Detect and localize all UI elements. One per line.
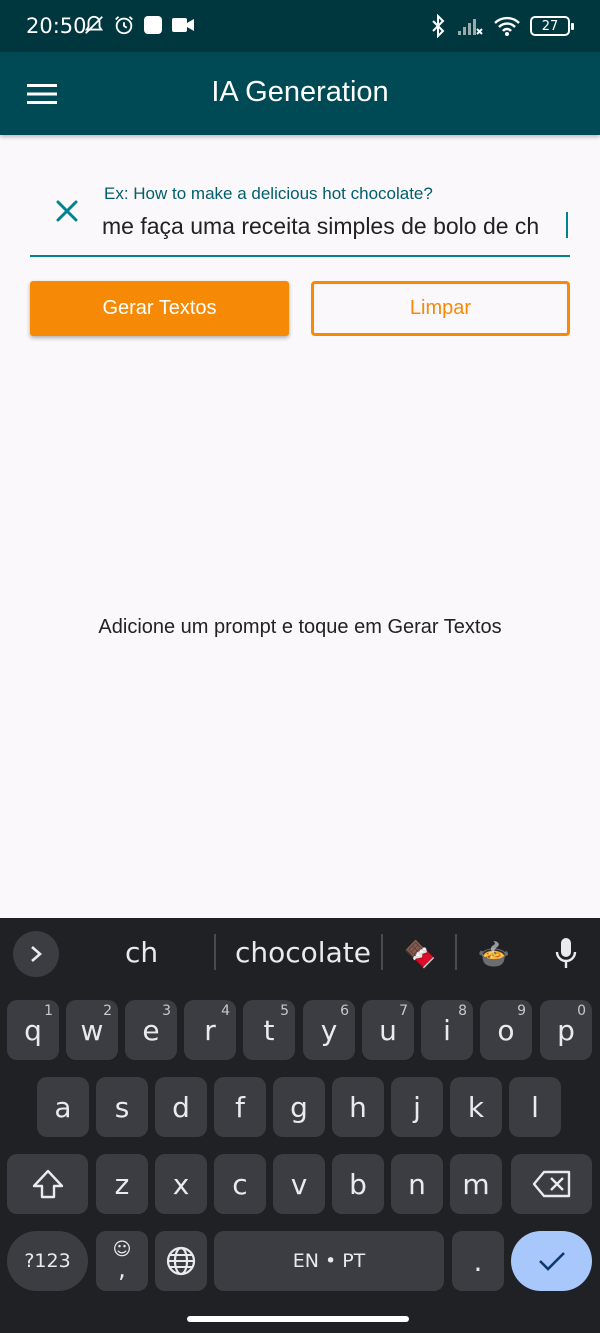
key-i[interactable]: i8 bbox=[421, 1000, 473, 1060]
key-label: e bbox=[142, 1013, 160, 1047]
status-bar: 20:50 27 bbox=[0, 0, 600, 52]
bluetooth-icon bbox=[432, 14, 445, 38]
key-hint: 8 bbox=[458, 1003, 467, 1019]
suggestion-chocolate[interactable]: chocolate bbox=[235, 936, 371, 969]
emoji-suggestion-chocolate[interactable]: 🍫 bbox=[400, 936, 440, 972]
period-key[interactable]: . bbox=[452, 1231, 504, 1291]
key-k[interactable]: k bbox=[450, 1077, 502, 1137]
chevron-right-icon bbox=[31, 946, 42, 962]
empty-state-message: Adicione um prompt e toque em Gerar Text… bbox=[98, 616, 502, 638]
key-x[interactable]: x bbox=[155, 1154, 207, 1214]
key-w[interactable]: w2 bbox=[66, 1000, 118, 1060]
status-right-icons: 27 bbox=[430, 14, 574, 38]
clear-button[interactable]: Limpar bbox=[311, 281, 570, 336]
square-app-icon bbox=[144, 16, 162, 34]
status-time: 20:50 bbox=[26, 14, 87, 38]
close-icon[interactable] bbox=[52, 196, 82, 226]
key-hint: 2 bbox=[103, 1003, 112, 1019]
key-hint: 1 bbox=[44, 1003, 53, 1019]
key-label: u bbox=[379, 1013, 397, 1047]
key-label: p bbox=[557, 1013, 575, 1047]
status-left-icons bbox=[83, 14, 195, 36]
key-d[interactable]: d bbox=[155, 1077, 207, 1137]
key-label: y bbox=[320, 1013, 338, 1047]
key-hint: 4 bbox=[221, 1003, 230, 1019]
emoji-comma-key[interactable]: ☺ , bbox=[96, 1231, 148, 1291]
key-j[interactable]: j bbox=[391, 1077, 443, 1137]
key-g[interactable]: g bbox=[273, 1077, 325, 1137]
key-p[interactable]: p0 bbox=[540, 1000, 592, 1060]
checkmark-icon bbox=[538, 1252, 565, 1271]
suggestion-divider bbox=[214, 934, 216, 970]
key-z[interactable]: z bbox=[96, 1154, 148, 1214]
app-title: IA Generation bbox=[211, 76, 389, 108]
backspace-icon bbox=[532, 1170, 570, 1198]
key-l[interactable]: l bbox=[509, 1077, 561, 1137]
key-e[interactable]: e3 bbox=[125, 1000, 177, 1060]
key-t[interactable]: t5 bbox=[243, 1000, 295, 1060]
key-hint: 9 bbox=[517, 1003, 526, 1019]
key-n[interactable]: n bbox=[391, 1154, 443, 1214]
key-hint: 6 bbox=[340, 1003, 349, 1019]
shift-arrow-icon bbox=[32, 1169, 63, 1199]
symbols-key[interactable]: ?123 bbox=[7, 1231, 88, 1291]
key-s[interactable]: s bbox=[96, 1077, 148, 1137]
suggestion-ch[interactable]: ch bbox=[125, 936, 158, 969]
enter-key[interactable] bbox=[511, 1231, 592, 1291]
comma-label: , bbox=[118, 1255, 126, 1283]
key-hint: 7 bbox=[399, 1003, 408, 1019]
generate-texts-button[interactable]: Gerar Textos bbox=[30, 281, 289, 336]
language-key[interactable] bbox=[155, 1231, 207, 1291]
key-hint: 0 bbox=[577, 1003, 586, 1019]
key-m[interactable]: m bbox=[450, 1154, 502, 1214]
notifications-off-icon bbox=[84, 15, 104, 34]
key-h[interactable]: h bbox=[332, 1077, 384, 1137]
navigation-handle[interactable] bbox=[187, 1316, 409, 1322]
alarm-icon bbox=[115, 16, 133, 35]
key-u[interactable]: u7 bbox=[362, 1000, 414, 1060]
shift-key[interactable] bbox=[7, 1154, 88, 1214]
key-b[interactable]: b bbox=[332, 1154, 384, 1214]
video-camera-icon bbox=[172, 18, 194, 32]
key-a[interactable]: a bbox=[37, 1077, 89, 1137]
key-label: w bbox=[80, 1013, 104, 1047]
key-q[interactable]: q1 bbox=[7, 1000, 59, 1060]
key-v[interactable]: v bbox=[273, 1154, 325, 1214]
key-label: q bbox=[24, 1013, 42, 1047]
globe-icon bbox=[166, 1246, 196, 1276]
microphone-icon bbox=[555, 938, 577, 968]
app-bar: IA Generation bbox=[0, 52, 600, 135]
key-c[interactable]: c bbox=[214, 1154, 266, 1214]
suggestion-divider bbox=[381, 934, 383, 970]
key-o[interactable]: o9 bbox=[480, 1000, 532, 1060]
key-hint: 3 bbox=[162, 1003, 171, 1019]
key-label: o bbox=[497, 1013, 515, 1047]
prompt-label: Ex: How to make a delicious hot chocolat… bbox=[104, 184, 433, 203]
text-caret bbox=[566, 212, 568, 238]
signal-icon bbox=[458, 19, 483, 35]
suggestion-bar: ch chocolate 🍫 🍲 bbox=[0, 918, 600, 990]
prompt-input[interactable] bbox=[102, 210, 570, 242]
backspace-key[interactable] bbox=[511, 1154, 592, 1214]
key-r[interactable]: r4 bbox=[184, 1000, 236, 1060]
emoji-suggestion-pot[interactable]: 🍲 bbox=[474, 936, 514, 972]
key-label: r bbox=[204, 1013, 216, 1047]
key-f[interactable]: f bbox=[214, 1077, 266, 1137]
key-label: i bbox=[443, 1013, 451, 1047]
battery-icon: 27 bbox=[530, 16, 574, 36]
prompt-field[interactable]: Ex: How to make a delicious hot chocolat… bbox=[30, 170, 570, 257]
wifi-icon bbox=[494, 16, 520, 36]
suggestion-divider bbox=[455, 934, 457, 970]
key-y[interactable]: y6 bbox=[303, 1000, 355, 1060]
key-hint: 5 bbox=[280, 1003, 289, 1019]
space-key[interactable]: EN • PT bbox=[214, 1231, 444, 1291]
expand-toolbar-button[interactable] bbox=[13, 931, 59, 977]
key-label: t bbox=[263, 1013, 275, 1047]
battery-level: 27 bbox=[541, 18, 559, 34]
voice-input-button[interactable] bbox=[548, 934, 584, 974]
